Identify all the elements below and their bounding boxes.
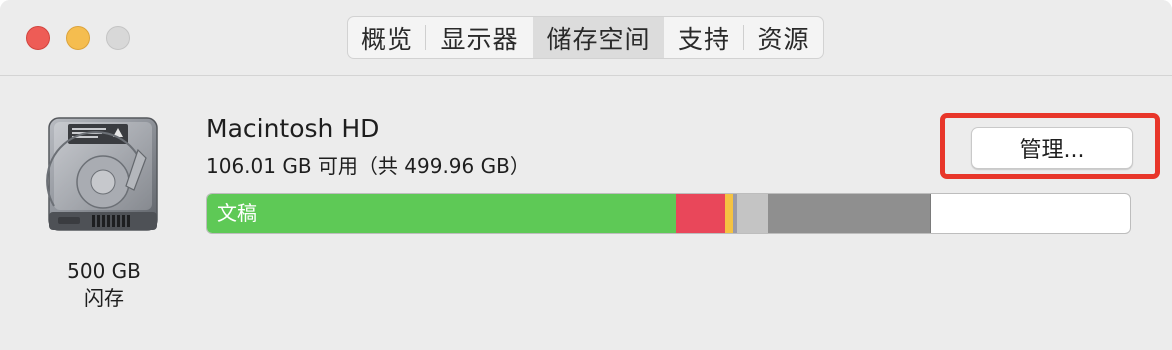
tab-bar: 概览 显示器 储存空间 支持 资源 xyxy=(347,16,824,59)
storage-usage-bar: 文稿 xyxy=(206,193,1131,234)
storage-segment-label: 文稿 xyxy=(217,201,257,225)
tab-storage[interactable]: 储存空间 xyxy=(533,17,664,58)
zoom-window-button[interactable] xyxy=(106,26,130,50)
disk-capacity: 500 GB xyxy=(67,259,141,283)
storage-segment-3[interactable] xyxy=(725,194,734,233)
volume-available: 106.01 GB 可用（共 499.96 GB） xyxy=(206,154,530,178)
hard-drive-icon xyxy=(46,117,158,231)
disk-description: 500 GB 闪存 xyxy=(54,258,154,312)
storage-segment-documents[interactable]: 文稿 xyxy=(207,194,677,233)
title-bar: 概览 显示器 储存空间 支持 资源 xyxy=(0,0,1172,76)
storage-panel: 500 GB 闪存 Macintosh HD 106.01 GB 可用（共 49… xyxy=(0,76,1172,350)
tab-support[interactable]: 支持 xyxy=(664,17,744,58)
manage-button[interactable]: 管理... xyxy=(971,127,1133,169)
close-window-button[interactable] xyxy=(26,26,50,50)
storage-segment-5[interactable] xyxy=(736,194,768,233)
tab-resources[interactable]: 资源 xyxy=(744,17,823,58)
tab-displays[interactable]: 显示器 xyxy=(426,17,533,58)
minimize-window-button[interactable] xyxy=(66,26,90,50)
storage-segment-6[interactable] xyxy=(767,194,931,233)
disk-type: 闪存 xyxy=(84,286,124,310)
tab-overview[interactable]: 概览 xyxy=(348,17,426,58)
storage-segment-2[interactable] xyxy=(676,194,726,233)
volume-name: Macintosh HD xyxy=(206,114,380,143)
system-info-window: 概览 显示器 储存空间 支持 资源 500 GB 闪存 Macintosh HD… xyxy=(0,0,1172,350)
